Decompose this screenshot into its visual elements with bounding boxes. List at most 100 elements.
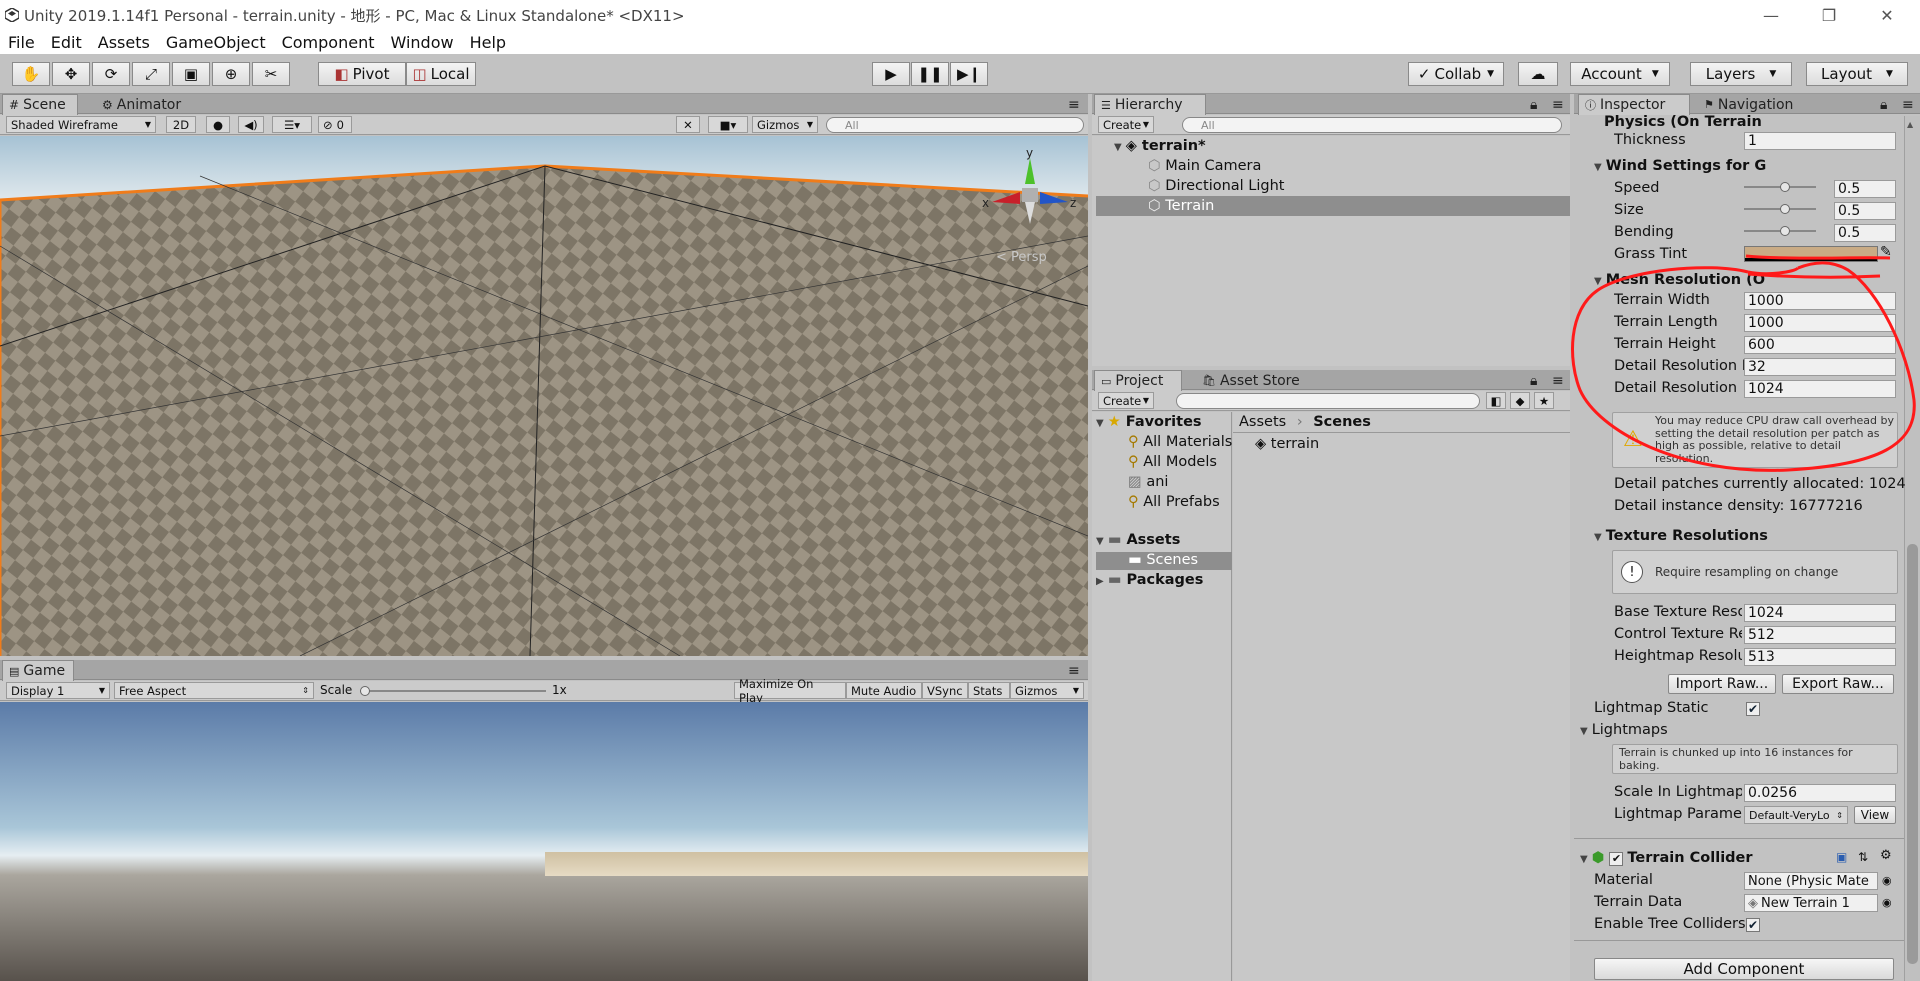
scene-viewport[interactable]: y x z < Persp (0, 136, 1088, 656)
texture-resolutions-header[interactable]: ▼ Texture Resolutions (1594, 528, 1768, 544)
terrain-collider-header[interactable]: ▼ ⬢ ✔ Terrain Collider (1580, 850, 1753, 866)
layers-dropdown[interactable]: Layers ▼ (1690, 62, 1792, 86)
maximize-on-play-toggle[interactable]: Maximize On Play (734, 677, 846, 705)
stats-toggle[interactable]: Stats (968, 682, 1010, 699)
preset-icon[interactable]: ⇅ (1858, 850, 1876, 866)
breadcrumb-assets[interactable]: Assets (1239, 414, 1286, 430)
pause-button[interactable]: ❚❚ (911, 62, 949, 86)
list-item[interactable]: ▬ Scenes (1128, 552, 1198, 568)
tab-hierarchy[interactable]: ☰ Hierarchy (1094, 94, 1206, 115)
step-button[interactable]: ▶❙ (950, 62, 988, 86)
tab-scene[interactable]: # Scene (2, 94, 78, 115)
list-item[interactable]: ⬡ Directional Light (1148, 178, 1285, 194)
list-item[interactable]: ⚲ All Materials (1128, 434, 1232, 450)
size-field[interactable]: 0.5 (1834, 202, 1896, 220)
mute-audio-toggle[interactable]: Mute Audio (846, 682, 922, 699)
transform-tool-icon[interactable]: ⊕ (212, 62, 250, 86)
camera-icon[interactable]: ■▾ (708, 116, 748, 133)
tab-animator[interactable]: ⚙ Animator (96, 94, 196, 115)
close-icon[interactable]: ✕ (1864, 0, 1910, 30)
list-item[interactable]: ⬡ Terrain (1148, 198, 1214, 214)
export-raw-button[interactable]: Export Raw... (1782, 674, 1894, 694)
view-button[interactable]: View (1854, 806, 1896, 824)
account-dropdown[interactable]: Account ▼ (1570, 62, 1670, 86)
gizmos-dropdown[interactable]: Gizmos ▼ (752, 116, 818, 133)
orientation-gizmo[interactable]: y x z (980, 146, 1080, 234)
panel-menu-icon[interactable]: ≡ (1062, 94, 1088, 115)
rect-tool-icon[interactable]: ▣ (172, 62, 210, 86)
hand-tool-icon[interactable]: ✋ (12, 62, 50, 86)
speed-slider[interactable] (1744, 178, 1816, 198)
lightmap-parameters-dropdown[interactable]: Default-VeryLo ⇕ (1744, 806, 1848, 824)
list-item[interactable]: ◈ terrain (1255, 436, 1319, 452)
game-gizmos-dropdown[interactable]: Gizmos ▼ (1010, 682, 1084, 699)
tab-game[interactable]: ▤ Game (2, 660, 74, 681)
hierarchy-create-dropdown[interactable]: Create ▼ (1098, 116, 1154, 133)
favorite-star-icon[interactable]: ★ (1534, 392, 1554, 409)
lightmaps-header[interactable]: ▼ Lightmaps (1580, 722, 1668, 738)
object-picker-icon[interactable]: ◉ (1882, 874, 1892, 887)
project-create-dropdown[interactable]: Create ▼ (1098, 392, 1154, 409)
local-button[interactable]: ◫ Local (406, 62, 476, 86)
list-item[interactable]: ▨ ani (1128, 474, 1168, 490)
settings-gear-icon[interactable]: ⚙ (1880, 848, 1898, 864)
display-dropdown[interactable]: Display 1 ▼ (6, 682, 110, 699)
2d-toggle[interactable]: 2D (166, 116, 196, 133)
tab-navigation[interactable]: ⚑ Navigation (1698, 94, 1828, 115)
move-tool-icon[interactable]: ✥ (52, 62, 90, 86)
audio-icon[interactable]: ◀) (238, 116, 264, 133)
wind-header[interactable]: ▼ Wind Settings for G (1594, 158, 1766, 174)
scale-slider[interactable] (360, 681, 550, 701)
game-viewport[interactable] (0, 702, 1088, 981)
scale-tool-icon[interactable]: ⤢ (132, 62, 170, 86)
game-panel-menu-icon[interactable]: ≡ (1062, 660, 1088, 681)
project-lock-icon[interactable]: 🔒︎ (1524, 370, 1544, 391)
hierarchy-menu-icon[interactable]: ≡ (1546, 94, 1568, 115)
menu-window[interactable]: Window (390, 33, 453, 52)
custom-tool-icon[interactable]: ✂ (252, 62, 290, 86)
breadcrumb-scenes[interactable]: Scenes (1313, 414, 1371, 430)
lock-icon[interactable]: 🔒︎ (1524, 94, 1544, 115)
material-field[interactable]: None (Physic Mate (1744, 872, 1878, 890)
speed-field[interactable]: 0.5 (1834, 180, 1896, 198)
size-slider[interactable] (1744, 200, 1816, 220)
bending-field[interactable]: 0.5 (1834, 224, 1896, 242)
cloud-icon[interactable]: ☁ (1518, 62, 1558, 86)
shading-mode-dropdown[interactable]: Shaded Wireframe ▼ (6, 116, 156, 133)
assets-node[interactable]: ▼ ▬ Assets (1096, 532, 1180, 548)
inspector-menu-icon[interactable]: ≡ (1896, 94, 1918, 115)
hierarchy-search-input[interactable]: All (1182, 117, 1562, 133)
object-picker-icon[interactable]: ◉ (1882, 896, 1892, 909)
collider-enabled-checkbox[interactable]: ✔ (1609, 852, 1624, 866)
hidden-toggle[interactable]: ⊘ 0 (318, 116, 352, 133)
help-icon[interactable]: ▣ (1836, 850, 1854, 866)
rotate-tool-icon[interactable]: ⟳ (92, 62, 130, 86)
vsync-toggle[interactable]: VSync (922, 682, 968, 699)
lighting-icon[interactable]: ● (206, 116, 230, 133)
terrain-data-field[interactable]: ◈ New Terrain 1 (1744, 894, 1878, 912)
bending-slider[interactable] (1744, 222, 1816, 242)
scale-in-lightmap-field[interactable]: 0.0256 (1744, 784, 1896, 802)
collab-button[interactable]: ✓ Collab ▼ (1408, 62, 1504, 86)
project-search-input[interactable] (1176, 393, 1480, 409)
minimize-icon[interactable]: — (1748, 0, 1794, 30)
aspect-dropdown[interactable]: Free Aspect ⇕ (114, 682, 314, 699)
heightmap-field[interactable]: 513 (1744, 648, 1896, 666)
pivot-button[interactable]: ◧ Pivot (318, 62, 406, 86)
persp-label[interactable]: < Persp (996, 250, 1047, 265)
tab-inspector[interactable]: ⓘ Inspector (1578, 94, 1690, 115)
lightmap-static-checkbox[interactable]: ✔ (1746, 702, 1760, 716)
add-component-button[interactable]: Add Component (1594, 958, 1894, 980)
list-item[interactable]: ⚲ All Prefabs (1128, 494, 1220, 510)
tools-icon[interactable]: ✕ (676, 116, 700, 133)
filter-label-icon[interactable]: ◆ (1510, 392, 1530, 409)
scene-search-input[interactable]: All (826, 117, 1084, 133)
menu-file[interactable]: File (8, 33, 35, 52)
import-raw-button[interactable]: Import Raw... (1668, 674, 1776, 694)
menu-gameobject[interactable]: GameObject (166, 33, 266, 52)
tab-project[interactable]: ▭ Project (1094, 370, 1182, 391)
inspector-scrollbar[interactable]: ▲ (1904, 116, 1920, 981)
menu-assets[interactable]: Assets (98, 33, 150, 52)
packages-node[interactable]: ▶ ▬ Packages (1096, 572, 1203, 588)
layout-dropdown[interactable]: Layout ▼ (1806, 62, 1908, 86)
